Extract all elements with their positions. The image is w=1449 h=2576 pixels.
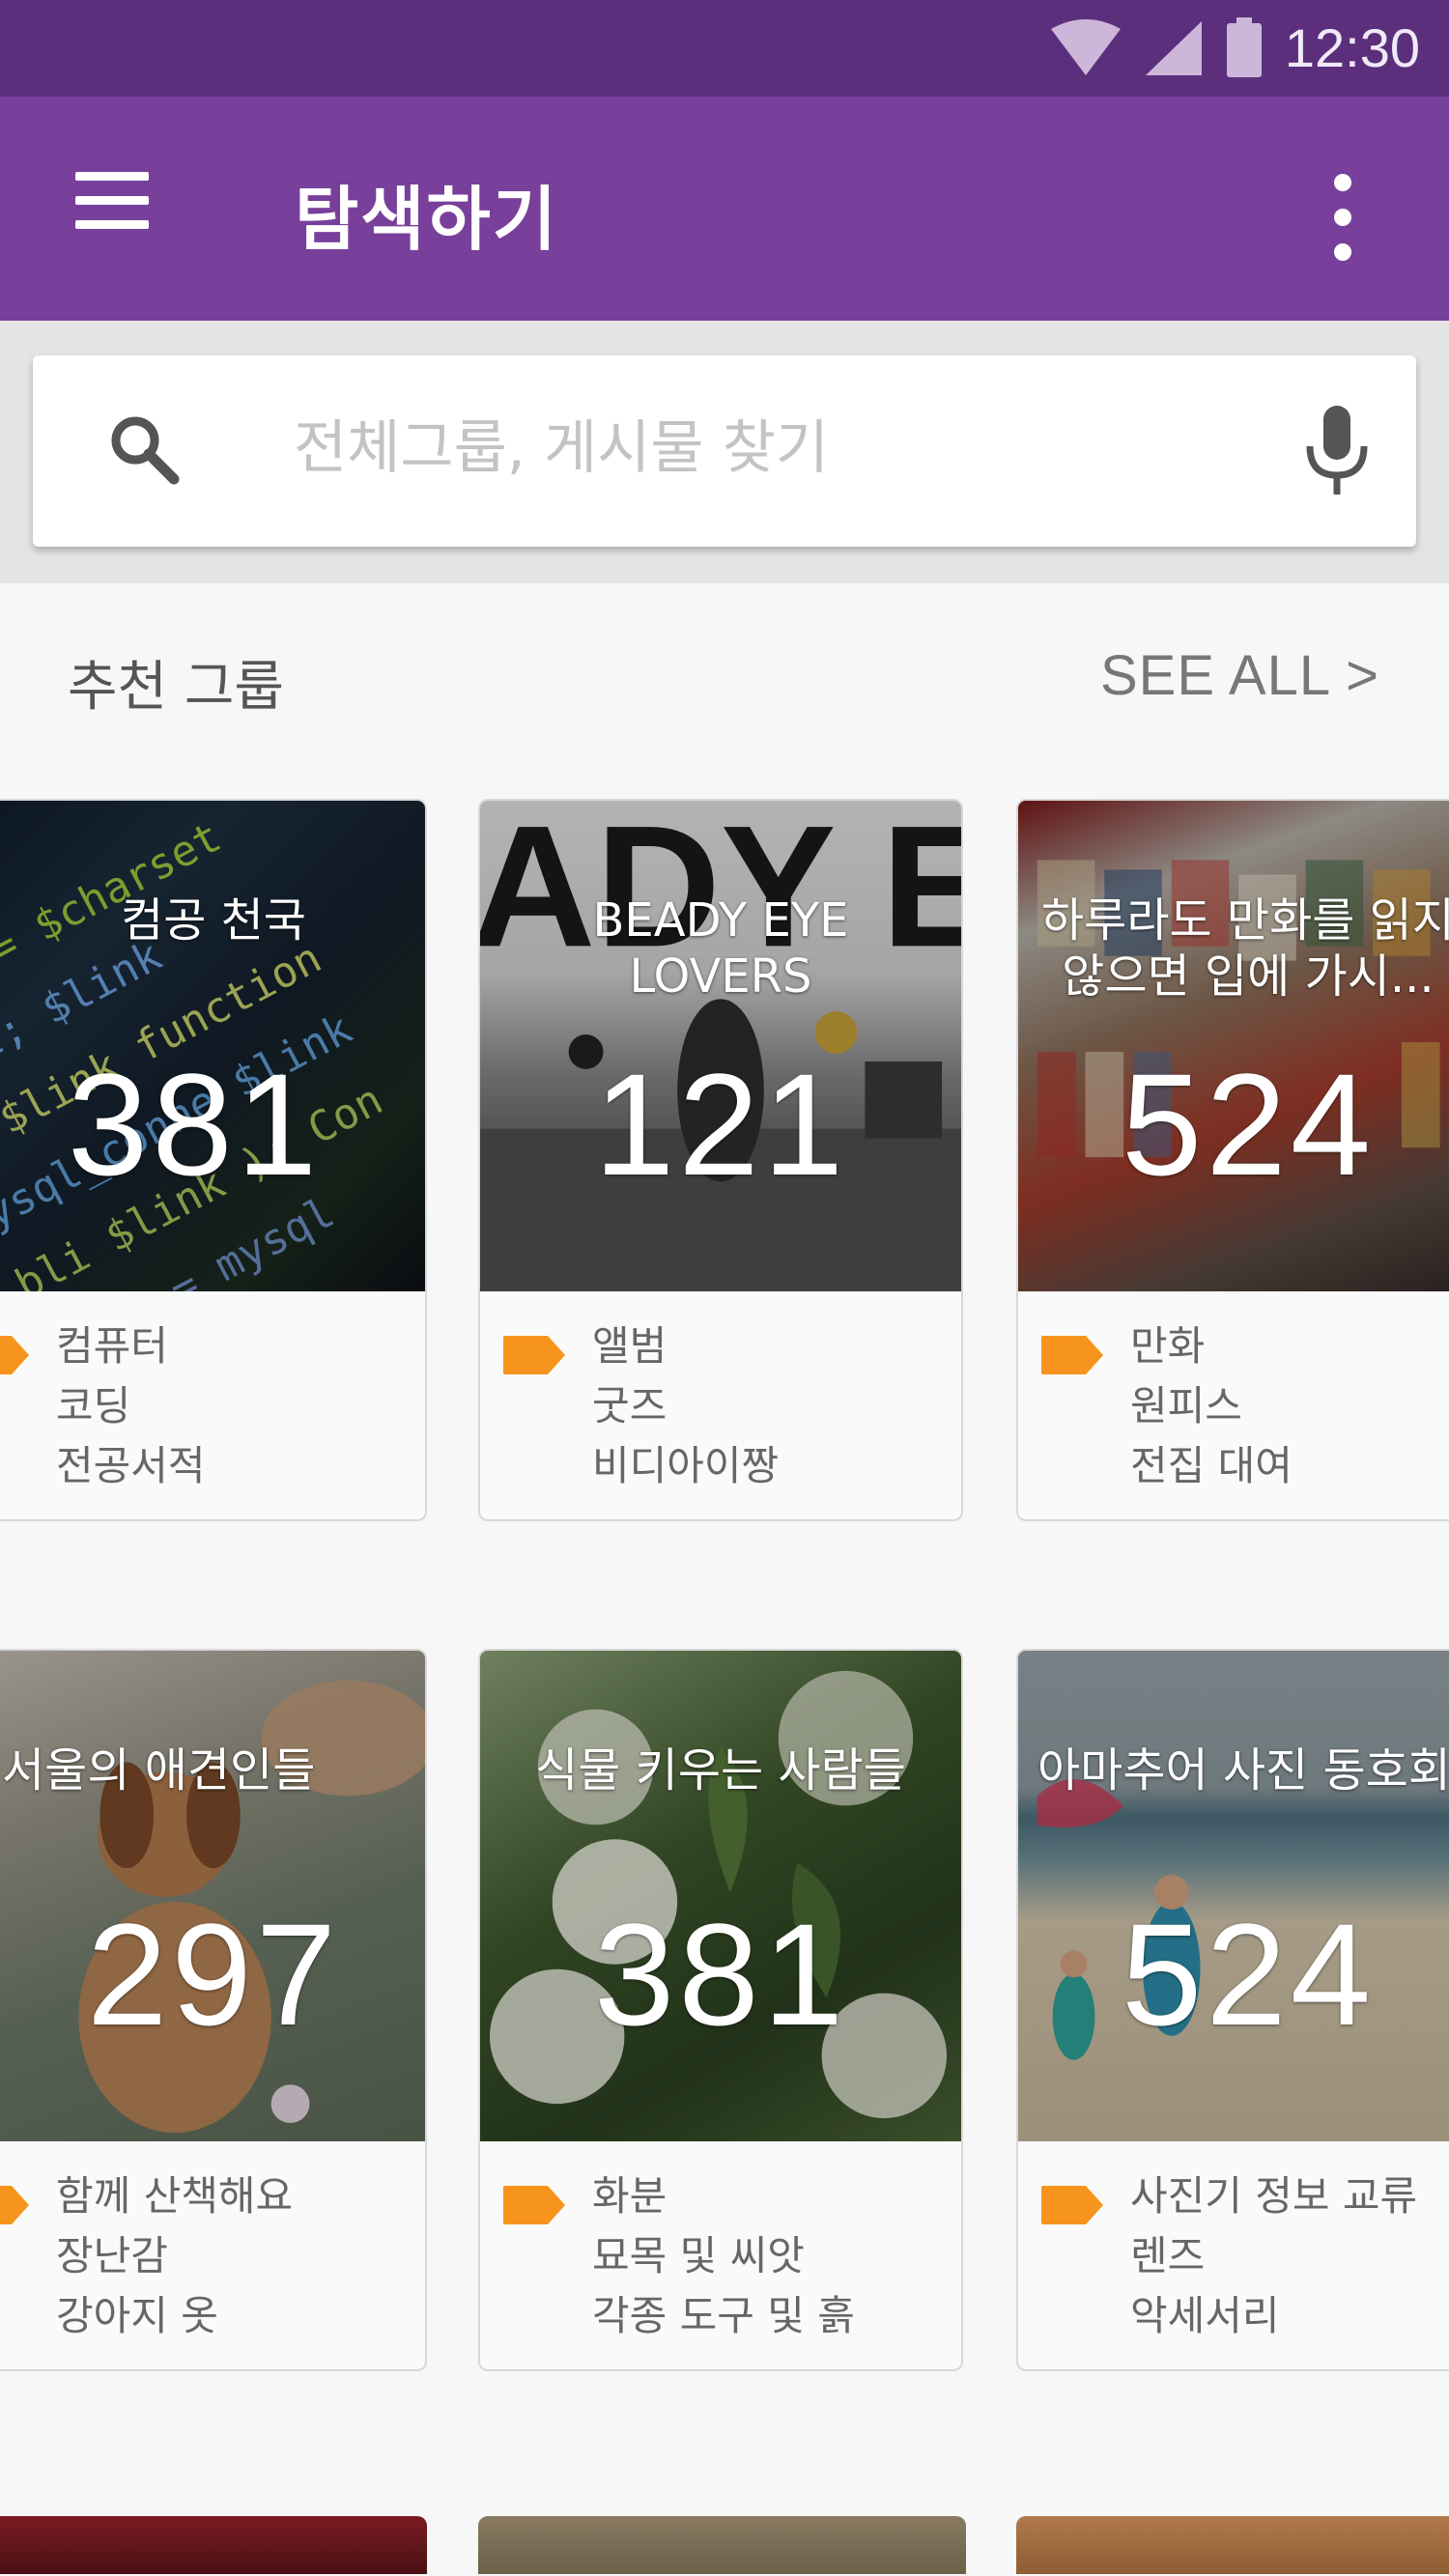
recommended-groups-header: 추천 그룹 SEE ALL >: [0, 583, 1449, 777]
section-title: 추천 그룹: [68, 656, 284, 719]
app-bar: 탐색하기: [0, 97, 1449, 321]
group-card-grid: $data = $charset null; $link ate $link f…: [0, 799, 1449, 2576]
group-card-peek[interactable]: [0, 2516, 427, 2574]
group-card[interactable]: 서울의 애견인들 297 함께 산책해요 장난감 강아지 옷: [0, 1649, 427, 2371]
card-tags: 컴퓨터 코딩 전공서적: [0, 1291, 425, 1519]
tag-item: 전집 대여: [1130, 1442, 1293, 1489]
search-input[interactable]: [292, 394, 1262, 502]
tag-icon: [503, 1336, 565, 1374]
status-time: 12:30: [1284, 17, 1420, 78]
group-card[interactable]: ADY EY BEADY EYE LOVERS 121 앨범 굿즈 비디아이짱: [478, 799, 963, 1521]
signal-icon: [1145, 21, 1202, 75]
mic-icon[interactable]: [1298, 402, 1376, 498]
tag-item: 원피스: [1130, 1382, 1242, 1430]
card-title: 컴공 천국: [121, 893, 306, 948]
tag-item: 굿즈: [592, 1382, 668, 1430]
tag-item: 함께 산책해요: [56, 2172, 294, 2220]
card-tags: 화분 묘목 및 씨앗 각종 도구 및 흙: [480, 2141, 961, 2369]
tag-item: 전공서적: [56, 1442, 206, 1489]
tag-icon: [503, 2186, 565, 2224]
tag-item: 코딩: [56, 1382, 131, 1430]
tag-item: 묘목 및 씨앗: [592, 2232, 805, 2279]
tag-item: 강아지 옷: [56, 2292, 218, 2339]
card-title: 아마추어 사진 동호회: [1037, 1743, 1449, 1798]
card-member-count: 524: [1121, 1893, 1376, 2055]
tag-icon: [1041, 1336, 1103, 1374]
card-member-count: 381: [593, 1893, 848, 2055]
tag-item: 장난감: [56, 2232, 168, 2279]
tag-icon: [1041, 2186, 1103, 2224]
tag-item: 렌즈: [1130, 2232, 1206, 2279]
more-vert-icon[interactable]: [1323, 174, 1362, 261]
tag-item: 각종 도구 및 흙: [592, 2292, 855, 2339]
group-card[interactable]: 아마추어 사진 동호회 524 사진기 정보 교류 렌즈 악세서리: [1016, 1649, 1449, 2371]
tag-item: 비디아이짱: [592, 1442, 780, 1489]
card-tags: 함께 산책해요 장난감 강아지 옷: [0, 2141, 425, 2369]
search-area: [0, 321, 1449, 583]
page-title: 탐색하기: [295, 179, 558, 260]
card-tags: 사진기 정보 교류 렌즈 악세서리: [1018, 2141, 1449, 2369]
card-title: 하루라도 만화를 읽지 않으면 입에 가시...: [1041, 893, 1449, 1004]
wifi-icon: [1050, 19, 1121, 75]
group-card-peek[interactable]: [478, 2516, 966, 2574]
tag-item: 만화: [1130, 1322, 1206, 1370]
group-card-peek[interactable]: [1016, 2516, 1449, 2574]
card-title: 서울의 애견인들: [2, 1743, 316, 1798]
tag-item: 앨범: [592, 1322, 668, 1370]
card-tags: 만화 원피스 전집 대여: [1018, 1291, 1449, 1519]
card-tags: 앨범 굿즈 비디아이짱: [480, 1291, 961, 1519]
card-title: 식물 키우는 사람들: [535, 1743, 906, 1798]
see-all-link[interactable]: SEE ALL >: [1100, 643, 1379, 708]
tag-item: 화분: [592, 2172, 668, 2220]
card-member-count: 297: [86, 1893, 341, 2055]
search-icon[interactable]: [104, 410, 182, 487]
search-bar: [33, 355, 1416, 547]
card-member-count: 381: [67, 1043, 322, 1205]
tag-item: 컴퓨터: [56, 1322, 168, 1370]
tag-item: 악세서리: [1130, 2292, 1280, 2339]
group-card[interactable]: 식물 키우는 사람들 381 화분 묘목 및 씨앗 각종 도구 및 흙: [478, 1649, 963, 2371]
menu-icon[interactable]: [75, 172, 149, 230]
group-card[interactable]: 하루라도 만화를 읽지 않으면 입에 가시... 524 만화 원피스 전집 대…: [1016, 799, 1449, 1521]
tag-icon: [0, 2186, 29, 2224]
card-title: BEADY EYE LOVERS: [592, 893, 849, 1004]
status-bar: 12:30: [0, 0, 1449, 97]
tag-item: 사진기 정보 교류: [1130, 2172, 1418, 2220]
card-member-count: 121: [593, 1043, 848, 1205]
card-member-count: 524: [1121, 1043, 1376, 1205]
group-card[interactable]: $data = $charset null; $link ate $link f…: [0, 799, 427, 1521]
tag-icon: [0, 1336, 29, 1374]
battery-icon: [1226, 17, 1262, 77]
